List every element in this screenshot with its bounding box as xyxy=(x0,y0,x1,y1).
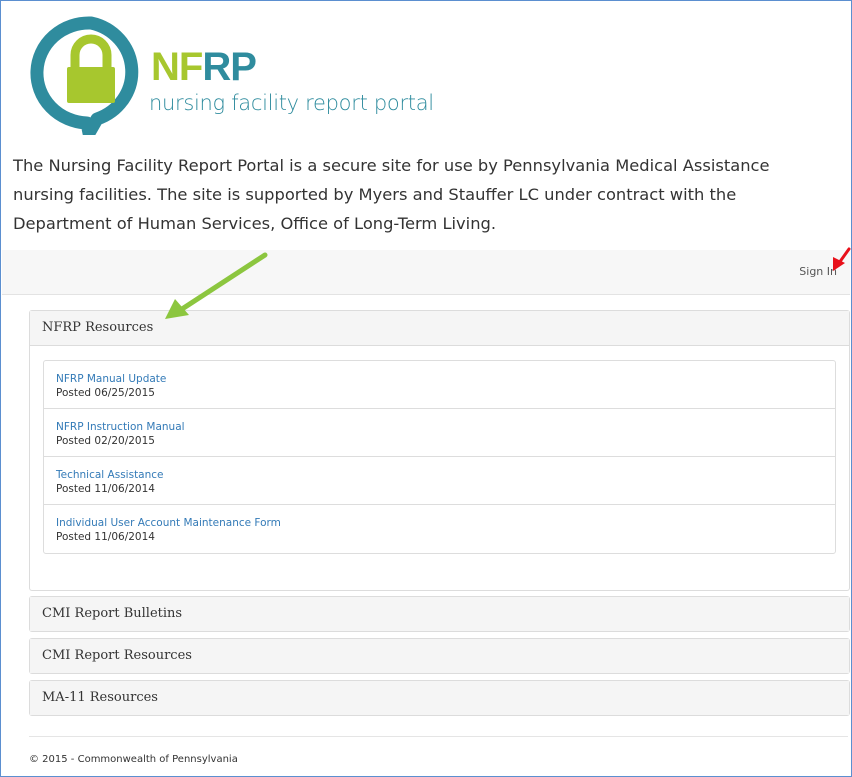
intro-paragraph: The Nursing Facility Report Portal is a … xyxy=(13,156,770,233)
resource-link-instruction-manual[interactable]: NFRP Instruction Manual xyxy=(56,420,823,434)
panel-ma-11-resources: MA-11 Resources xyxy=(29,680,850,716)
green-arrow-icon xyxy=(165,252,268,319)
panel-cmi-report-bulletins: CMI Report Bulletins xyxy=(29,596,850,632)
footer-copyright: © 2015 - Commonwealth of Pennsylvania xyxy=(29,754,238,765)
panel-cmi-report-resources: CMI Report Resources xyxy=(29,638,850,674)
panel-heading-nfrp-resources[interactable]: NFRP Resources xyxy=(30,311,849,346)
list-item: NFRP Instruction Manual Posted 02/20/201… xyxy=(44,409,835,457)
list-item: Technical Assistance Posted 11/06/2014 xyxy=(44,457,835,505)
posted-date: Posted 02/20/2015 xyxy=(56,435,155,447)
red-arrow-icon xyxy=(833,247,851,271)
panel-body-nfrp-resources: NFRP Manual Update Posted 06/25/2015 NFR… xyxy=(30,346,849,584)
resource-link-manual-update[interactable]: NFRP Manual Update xyxy=(56,372,823,386)
navbar: Sign In xyxy=(2,250,850,295)
posted-date: Posted 11/06/2014 xyxy=(56,483,155,495)
footer-divider xyxy=(29,736,848,737)
list-item: NFRP Manual Update Posted 06/25/2015 xyxy=(44,361,835,409)
panel-heading-ma-11-resources[interactable]: MA-11 Resources xyxy=(30,681,849,715)
padlock-speech-bubble-icon xyxy=(30,16,139,135)
list-item: Individual User Account Maintenance Form… xyxy=(44,505,835,553)
posted-date: Posted 11/06/2014 xyxy=(56,531,155,543)
resource-list: NFRP Manual Update Posted 06/25/2015 NFR… xyxy=(43,360,836,554)
panel-heading-cmi-report-bulletins[interactable]: CMI Report Bulletins xyxy=(30,597,849,631)
panel-nfrp-resources: NFRP Resources NFRP Manual Update Posted… xyxy=(29,310,850,591)
browser-frame: NFRP nursing facility report portal The … xyxy=(0,0,852,777)
logo-wordmark-rp: RP xyxy=(202,45,257,89)
resource-link-user-account-form[interactable]: Individual User Account Maintenance Form xyxy=(56,516,823,530)
logo-wordmark: NFRP xyxy=(151,45,257,89)
logo-wordmark-nf: NF xyxy=(151,45,203,89)
posted-date: Posted 06/25/2015 xyxy=(56,387,155,399)
resource-link-technical-assistance[interactable]: Technical Assistance xyxy=(56,468,823,482)
logo-subtitle: nursing facility report portal xyxy=(149,91,434,115)
panel-heading-cmi-report-resources[interactable]: CMI Report Resources xyxy=(30,639,849,673)
nfrp-logo[interactable]: NFRP nursing facility report portal xyxy=(29,15,449,135)
